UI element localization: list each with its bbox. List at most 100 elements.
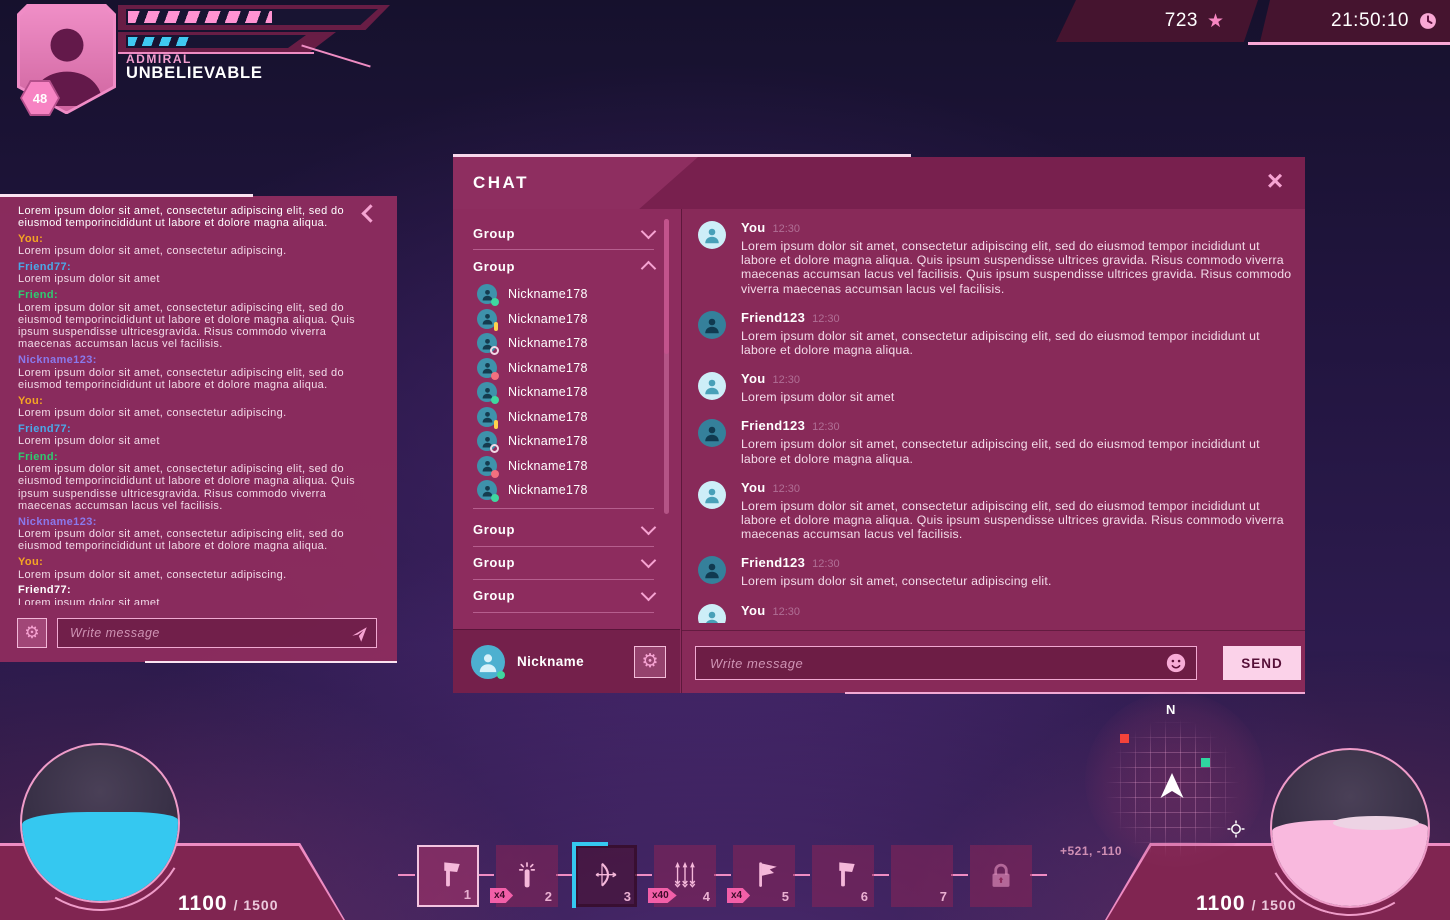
hotbar-slot-7-empty[interactable]: 7 (891, 845, 953, 907)
status-dot (497, 671, 505, 679)
chat-window: CHAT × Group Group Nickname178 (453, 157, 1305, 693)
game-screen: 48 ADMIRAL UNBELIEVABLE 723 ★ 21:50:10 L… (0, 0, 1450, 920)
chat-message-input[interactable] (696, 647, 1196, 679)
close-icon[interactable]: × (1259, 163, 1291, 199)
log-message-input-wrap (57, 618, 377, 648)
emoji-button[interactable] (1165, 652, 1187, 674)
clock-icon (1418, 11, 1438, 31)
you-avatar (698, 372, 726, 400)
sidebar-scrollbar[interactable] (664, 219, 669, 514)
hotbar-slot-1[interactable]: 1 (417, 845, 479, 907)
member-avatar (477, 382, 497, 402)
log-message: Friend77:Lorem ipsum dolor sit amet (18, 584, 381, 605)
chat-window-header: CHAT × (453, 157, 1305, 209)
chat-message-list: You12:30 Lorem ipsum dolor sit amet, con… (698, 219, 1293, 623)
gauge-fill-cyan (22, 812, 178, 901)
time-panel: 21:50:10 (1260, 0, 1450, 42)
player-level: 48 (33, 91, 47, 106)
chat-main: You12:30 Lorem ipsum dolor sit amet, con… (681, 209, 1305, 693)
chat-message: You12:30 Lorem ipsum dolor sit amet, con… (698, 219, 1293, 296)
compass-arrow-icon (1157, 772, 1187, 800)
member-item[interactable]: Nickname178 (453, 478, 680, 503)
chat-sidebar-scroll: Group Group Nickname178 Nickname178 (453, 209, 680, 629)
hotbar-slot-2[interactable]: x4 2 (496, 845, 558, 907)
xp-bar-secondary (118, 32, 336, 52)
score-panel: 723 ★ (1056, 0, 1258, 42)
minimap-coordinates: +521, -110 (1060, 844, 1122, 858)
you-avatar (698, 481, 726, 509)
scrollbar-thumb[interactable] (664, 219, 669, 354)
member-item[interactable]: Nickname178 (453, 282, 680, 307)
member-avatar (477, 333, 497, 353)
group-header[interactable]: Group (473, 514, 654, 546)
xp-bar-underline-diagonal (301, 45, 370, 68)
group-header[interactable]: Group (473, 580, 654, 612)
chevron-down-icon (641, 586, 657, 602)
log-message-input[interactable] (58, 619, 376, 647)
member-avatar (477, 456, 497, 476)
hotbar-slot-locked[interactable] (970, 845, 1032, 907)
group-header-expanded[interactable]: Group (473, 250, 654, 282)
chevron-down-icon (641, 553, 657, 569)
minimap-enemy-dot (1120, 734, 1129, 743)
log-panel-accent-top (0, 194, 253, 197)
xp-bar-primary-fill (128, 11, 272, 23)
hotbar-slot-4[interactable]: x40 4 (654, 845, 716, 907)
status-dot (494, 420, 498, 429)
hotbar-slot-5[interactable]: x4 5 (733, 845, 795, 907)
member-avatar (477, 358, 497, 378)
member-item[interactable]: Nickname178 (453, 331, 680, 356)
time-panel-underline (1248, 42, 1450, 45)
chat-settings-button[interactable]: ⚙ (634, 646, 666, 678)
log-message: You:Lorem ipsum dolor sit amet, consecte… (18, 233, 381, 258)
log-message-list: Lorem ipsum dolor sit amet, consectetur … (18, 205, 381, 605)
hotbar-slot-6[interactable]: 6 (812, 845, 874, 907)
member-item[interactable]: Nickname178 (453, 405, 680, 430)
self-name: Nickname (517, 654, 622, 669)
friend-avatar (698, 556, 726, 584)
log-panel-accent-bottom (145, 661, 397, 663)
resource-value-left: 1100 / 1500 (178, 892, 279, 916)
status-dot (494, 322, 498, 331)
minimap[interactable]: N +521, -110 (1085, 692, 1265, 867)
divider (473, 612, 654, 613)
log-message: Friend:Lorem ipsum dolor sit amet, conse… (18, 289, 381, 350)
gear-icon: ⚙ (641, 652, 658, 671)
lock-icon (984, 858, 1018, 892)
member-avatar (477, 284, 497, 304)
chevron-down-icon (641, 223, 657, 239)
member-item[interactable]: Nickname178 (453, 356, 680, 381)
dynamite-icon (510, 858, 544, 892)
group-header[interactable]: Group (473, 547, 654, 579)
member-item[interactable]: Nickname178 (453, 429, 680, 454)
status-dot (491, 470, 499, 478)
friend-avatar (698, 311, 726, 339)
member-item[interactable]: Nickname178 (453, 454, 680, 479)
self-avatar (471, 645, 505, 679)
member-item[interactable]: Nickname178 (453, 307, 680, 332)
status-dot (490, 346, 499, 355)
hotbar-slot-3[interactable]: 3 (575, 845, 637, 907)
send-icon[interactable] (351, 626, 368, 643)
member-item[interactable]: Nickname178 (453, 380, 680, 405)
chat-sidebar: Group Group Nickname178 Nickname178 (453, 209, 680, 693)
log-message: Lorem ipsum dolor sit amet, consectetur … (18, 205, 381, 230)
log-message: Friend:Lorem ipsum dolor sit amet, conse… (18, 451, 381, 512)
log-message: Friend77:Lorem ipsum dolor sit amet (18, 261, 381, 286)
minimap-ally-dot (1201, 758, 1210, 767)
hotbar: 1 x4 2 3 x40 4 x4 5 6 7 (417, 845, 1032, 907)
axe-icon (431, 858, 465, 892)
send-button[interactable]: SEND (1223, 646, 1301, 680)
chat-log-panel: Lorem ipsum dolor sit amet, consectetur … (0, 196, 397, 662)
log-message: Nickname123:Lorem ipsum dolor sit amet, … (18, 354, 381, 391)
chat-message: Friend12312:30 Lorem ipsum dolor sit ame… (698, 309, 1293, 357)
log-settings-button[interactable]: ⚙ (17, 618, 47, 648)
status-dot (491, 298, 499, 306)
group-header[interactable]: Group (473, 217, 654, 249)
status-dot (491, 396, 499, 404)
log-message: You:Lorem ipsum dolor sit amet, consecte… (18, 395, 381, 420)
divider (473, 508, 654, 509)
you-avatar (698, 221, 726, 249)
star-icon: ★ (1207, 10, 1224, 32)
status-dot (491, 494, 499, 502)
